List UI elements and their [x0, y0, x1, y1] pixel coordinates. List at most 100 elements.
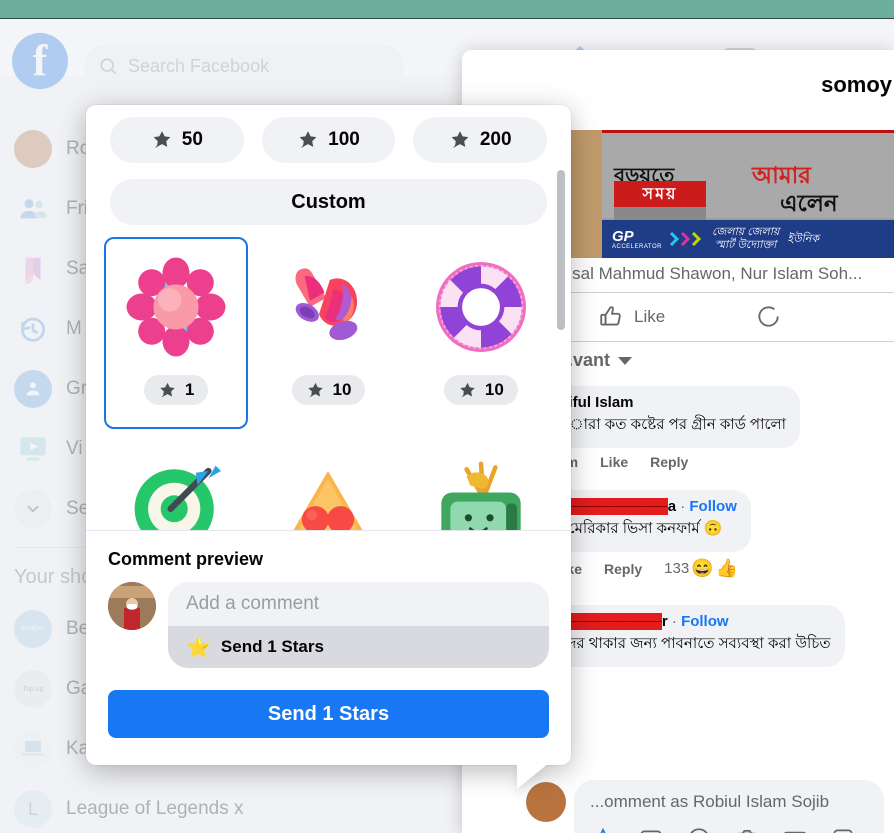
- comment-preview-heading: Comment preview: [108, 549, 264, 569]
- comment-like-button[interactable]: Like: [600, 454, 628, 470]
- comment-composer: ...omment as Robiul Islam Sojib: [518, 780, 894, 833]
- star-chip-100[interactable]: 100: [261, 117, 396, 163]
- comment-author[interactable]: ...iful Islam: [556, 394, 786, 411]
- sidebar-item-label: M: [66, 318, 82, 339]
- star-icon: [299, 131, 317, 148]
- search-input[interactable]: Search Facebook: [84, 45, 404, 87]
- shortcut-item-league-of-legends[interactable]: L League of Legends x: [0, 779, 450, 833]
- avatar: [108, 582, 156, 630]
- post-tagged-people: ...sal Mahmud Shawon, Nur Islam Soh...: [558, 264, 863, 283]
- composer-icon-row: GIF: [590, 826, 868, 833]
- gift-price-badge: 10: [291, 375, 366, 405]
- comment-author[interactable]: Ibrahim Kawser · Follow: [556, 613, 831, 630]
- gift-card-life-ring[interactable]: 10: [409, 237, 553, 429]
- shortcut-badge: Top up: [22, 685, 44, 693]
- comment-bubble-icon: [758, 306, 779, 327]
- star-icon[interactable]: [590, 826, 616, 833]
- like-reaction-icon: 👍: [715, 558, 739, 578]
- page-title: somoy: [821, 72, 892, 97]
- target-arrow-icon: [122, 453, 230, 530]
- custom-amount-button[interactable]: Custom: [110, 179, 547, 225]
- reaction-summary[interactable]: 133 😄 👍: [664, 558, 738, 579]
- comment-reply-button[interactable]: Reply: [650, 454, 688, 470]
- chevron-down-icon: [618, 356, 633, 365]
- gift-grid: 1 10 10: [86, 225, 571, 530]
- star-amount-chips: 50 100 200: [86, 105, 571, 163]
- groups-icon: [14, 370, 52, 408]
- follow-link[interactable]: Follow: [689, 498, 737, 515]
- bookmark-icon: [14, 250, 52, 288]
- chevrons-icon: [669, 232, 702, 246]
- reaction-count: 133: [664, 560, 690, 577]
- star-icon: [451, 131, 469, 148]
- follow-link[interactable]: Follow: [681, 613, 729, 630]
- separator-dot: ·: [671, 613, 677, 630]
- preview-send-label: Send 1 Stars: [220, 637, 324, 656]
- star-chip-50[interactable]: 50: [110, 117, 244, 163]
- comment-preview-body: Add a comment ⭐ Send 1 Stars: [168, 582, 549, 668]
- life-ring-icon: [427, 253, 535, 361]
- gift-card-heart-pizza[interactable]: [256, 437, 400, 530]
- star-chip-200[interactable]: 200: [413, 117, 548, 163]
- comment-meta: Like Reply 133 😄 👍: [542, 558, 894, 579]
- preview-send-row: ⭐ Send 1 Stars: [168, 626, 549, 668]
- like-button[interactable]: Like: [598, 304, 665, 330]
- avatar: [14, 130, 52, 168]
- star-icon: ⭐: [186, 636, 211, 659]
- gif-icon[interactable]: GIF: [782, 826, 808, 833]
- gift-scroll-area[interactable]: 50 100 200 Custom 1 10 10: [86, 105, 571, 530]
- video-icon: [14, 430, 52, 468]
- send-stars-button[interactable]: Send 1 Stars: [108, 690, 549, 738]
- comment-text: ...ারা কত কষ্টের পর গ্রীন কার্ড পালো: [556, 416, 786, 433]
- shortcut-item-label: League of Legends x: [66, 798, 244, 819]
- gift-price: 1: [184, 380, 195, 399]
- redacted-name: Kawser Mridh: [569, 498, 668, 515]
- chevron-down-icon: [14, 490, 52, 528]
- tv-robot-icon: [427, 453, 535, 530]
- scrollbar-thumb[interactable]: [557, 170, 565, 330]
- emoji-icon[interactable]: [686, 826, 712, 833]
- comment-item: d Kawser Mridha · Follow ...মেরিকার ভিসা…: [542, 490, 894, 579]
- comment-text: ...দর থাকার জন্য পাবনাতে সব্যবস্থা করা উ…: [556, 635, 831, 652]
- camera-icon[interactable]: [734, 826, 760, 833]
- avatar-sticker-icon[interactable]: [830, 826, 856, 833]
- comment-button[interactable]: [755, 304, 791, 330]
- shortcut-badge: L: [27, 799, 38, 819]
- sponsor-logo: GP: [612, 227, 634, 245]
- gift-price: 10: [332, 380, 352, 399]
- media-headline-line2: এলেন: [780, 190, 838, 216]
- comment-input[interactable]: ...omment as Robiul Islam Sojib: [574, 780, 884, 833]
- search-placeholder: Search Facebook: [128, 55, 270, 76]
- haha-reaction-icon: 😄: [691, 558, 714, 578]
- redacted-name: Ibrahim Kawse: [556, 613, 662, 630]
- sticker-icon[interactable]: [638, 826, 664, 833]
- comment-input-placeholder: ...omment as Robiul Islam Sojib: [590, 792, 830, 811]
- star-icon: [460, 382, 475, 397]
- comment-author[interactable]: d Kawser Mridha · Follow: [556, 498, 737, 515]
- comment-item: Ibrahim Kawser · Follow ...দর থাকার জন্য…: [542, 605, 894, 667]
- gift-card-target-arrow[interactable]: [104, 437, 248, 530]
- comment-bubble: Ibrahim Kawser · Follow ...দর থাকার জন্য…: [542, 605, 845, 667]
- friends-icon: [14, 190, 52, 228]
- star-chip-amount: 50: [181, 129, 203, 150]
- gift-card-mittens[interactable]: 10: [256, 237, 400, 429]
- facebook-logo-icon[interactable]: f: [12, 33, 68, 89]
- gift-scrollbar[interactable]: [557, 165, 565, 520]
- like-label: Like: [634, 307, 666, 326]
- preview-comment-input[interactable]: Add a comment: [168, 582, 549, 626]
- preview-comment-placeholder: Add a comment: [186, 593, 320, 614]
- separator-dot: ·: [680, 498, 686, 515]
- post-media-thumbnail[interactable]: ব‍ড়য়তে আমার এলেন সময় GP ACCELERATOR: [570, 130, 894, 258]
- comment-reply-button[interactable]: Reply: [604, 561, 642, 577]
- gift-card-tv-robot[interactable]: [409, 437, 553, 530]
- browser-top-strip: [0, 0, 894, 19]
- gift-card-flower[interactable]: 1: [104, 237, 249, 429]
- modal-pointer-tail: [517, 763, 549, 789]
- laptop-icon: [14, 730, 52, 768]
- post-action-row: Like: [562, 292, 894, 342]
- clock-icon: [14, 310, 52, 348]
- sponsor-sub: ACCELERATOR: [612, 243, 662, 250]
- comment-item: ...iful Islam ...ারা কত কষ্টের পর গ্রীন …: [542, 386, 894, 470]
- game-topup-icon: Top up: [14, 670, 52, 708]
- star-icon: [160, 382, 175, 397]
